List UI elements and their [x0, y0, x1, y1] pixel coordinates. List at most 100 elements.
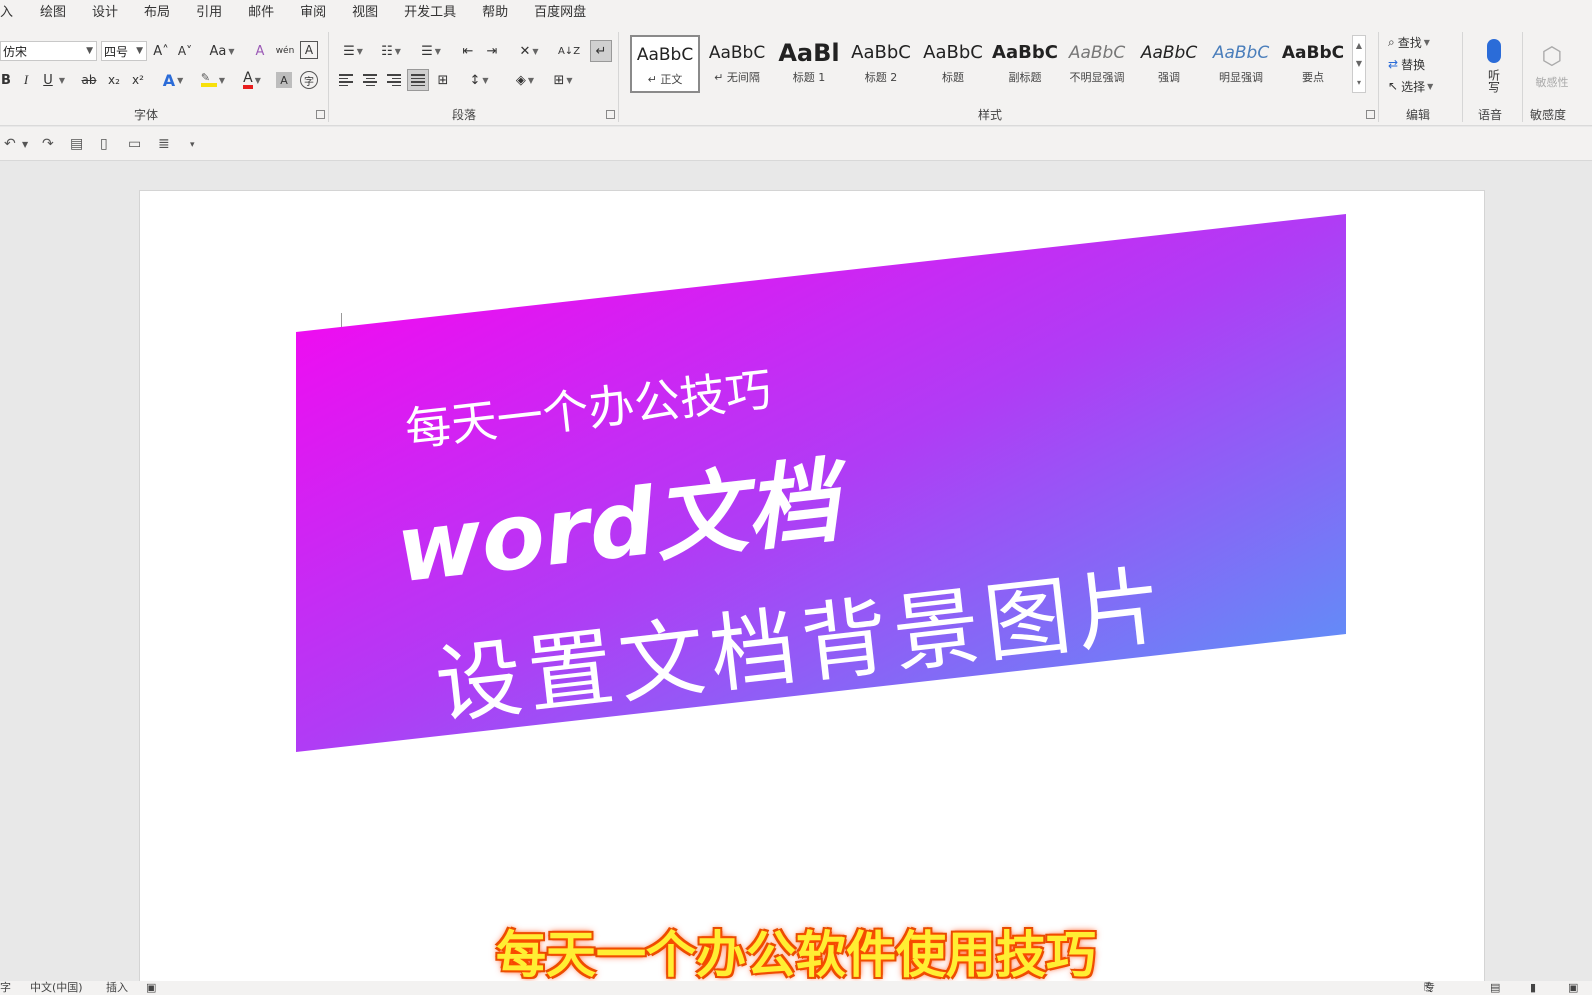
select-button[interactable]: ↖ 选择 ▼ [1388, 76, 1450, 96]
chinese-layout-icon: ✕ [519, 43, 531, 59]
language-indicator[interactable]: 中文(中国) [30, 981, 83, 995]
chevron-down-icon: ▼ [394, 46, 401, 56]
align-left-button[interactable] [338, 72, 354, 88]
line-spacing-button[interactable]: ↕ ▼ [462, 70, 496, 90]
menu-insert[interactable]: 入 [0, 0, 27, 26]
font-color-button[interactable]: A ▼ [236, 70, 268, 90]
chevron-down-icon: ▼ [1423, 37, 1430, 47]
menu-design[interactable]: 设计 [79, 0, 131, 26]
banner-image[interactable]: 每天一个办公技巧 word文档 设置文档背景图片 [296, 214, 1346, 754]
text-effect-button[interactable]: A ▼ [158, 70, 188, 90]
insert-mode[interactable]: 插入 [106, 981, 128, 995]
shrink-font-button[interactable]: A˅ [175, 41, 195, 61]
menu-layout[interactable]: 布局 [131, 0, 183, 26]
print-layout-icon[interactable]: ▮ [1530, 981, 1536, 995]
format-icon[interactable]: ≣ [158, 136, 170, 152]
undo-icon[interactable]: ↶ [4, 136, 16, 152]
customize-toolbar-icon[interactable]: ▾ [190, 140, 195, 150]
two-pages-icon[interactable]: ▭ [128, 136, 141, 152]
style-sample: AaBbC [636, 45, 694, 65]
grow-font-button[interactable]: A˄ [151, 41, 171, 61]
menu-help[interactable]: 帮助 [469, 0, 521, 26]
strikethrough-button[interactable]: ab [78, 70, 100, 90]
styles-scroll[interactable]: ▲ ▼ ▾ [1352, 35, 1366, 93]
superscript-button[interactable]: x² [128, 70, 148, 90]
style-name: 标题 [942, 71, 964, 84]
italic-button[interactable]: I [18, 70, 34, 90]
increase-indent-icon[interactable]: ⇥ [482, 41, 502, 61]
style-subtle-emphasis[interactable]: AaBbC 不明显强调 [1062, 35, 1132, 93]
menu-mailings[interactable]: 邮件 [235, 0, 287, 26]
read-mode-icon[interactable]: ▤ [1490, 981, 1500, 995]
align-right-button[interactable] [386, 72, 402, 88]
phonetic-guide-button[interactable]: wén [274, 40, 296, 62]
font-name-combo[interactable]: 仿宋 ▼ [0, 41, 97, 61]
distributed-align-icon[interactable]: ⊞ [434, 72, 452, 88]
decrease-indent-icon[interactable]: ⇤ [458, 41, 478, 61]
word-count[interactable]: 字 [0, 981, 11, 995]
menu-baidu-netdisk[interactable]: 百度网盘 [521, 0, 599, 26]
style-name: 明显强调 [1219, 71, 1263, 84]
clear-format-icon[interactable]: A [250, 41, 270, 61]
style-emphasis[interactable]: AaBbC 强调 [1134, 35, 1204, 93]
web-layout-icon[interactable]: ▣ [1568, 981, 1578, 995]
style-name: 标题 2 [864, 71, 898, 84]
menu-view[interactable]: 视图 [339, 0, 391, 26]
style-no-spacing[interactable]: AaBbC ↵ 无间隔 [702, 35, 772, 93]
align-center-button[interactable] [362, 72, 378, 88]
divider [328, 32, 329, 122]
show-marks-icon[interactable]: ↵ [590, 40, 612, 62]
shading-button[interactable]: ◈ ▼ [508, 70, 542, 90]
style-name: 不明显强调 [1069, 71, 1125, 84]
numbering-button[interactable]: ☷ ▼ [374, 41, 408, 61]
dictate-button[interactable]: 听写 [1476, 32, 1512, 100]
style-subtitle[interactable]: AaBbC 副标题 [990, 35, 1060, 93]
redo-icon[interactable]: ↷ [42, 136, 54, 152]
search-icon: ⌕ [1388, 34, 1395, 49]
menu-references[interactable]: 引用 [183, 0, 235, 26]
char-border-button[interactable]: A [300, 41, 318, 59]
bold-button[interactable]: B [0, 70, 12, 90]
style-strong[interactable]: AaBbC 要点 [1278, 35, 1348, 93]
subscript-button[interactable]: x₂ [104, 70, 124, 90]
change-case-button[interactable]: Aa ▼ [205, 41, 239, 61]
menu-draw[interactable]: 绘图 [27, 0, 79, 26]
chevron-down-icon[interactable]: ▼ [56, 70, 68, 90]
chevron-up-icon[interactable]: ▲ [1356, 41, 1362, 50]
menu-review[interactable]: 审阅 [287, 0, 339, 26]
style-heading-1[interactable]: AaBl 标题 1 [774, 35, 844, 93]
style-normal[interactable]: AaBbC ↵ 正文 [630, 35, 700, 93]
enclose-char-button[interactable]: 字 [300, 71, 318, 89]
style-intense-emphasis[interactable]: AaBbC 明显强调 [1206, 35, 1276, 93]
highlight-button[interactable]: ✎ ▼ [196, 70, 230, 90]
macro-icon[interactable]: ▣ [146, 981, 156, 995]
multilevel-list-button[interactable]: ☰ ▼ [414, 41, 448, 61]
justify-button[interactable] [407, 69, 429, 91]
chevron-down-icon[interactable]: ▼ [22, 140, 28, 149]
char-shading-button[interactable]: A [276, 72, 292, 88]
page-icon[interactable]: ▯ [100, 136, 108, 152]
borders-button[interactable]: ⊞ ▼ [546, 70, 580, 90]
font-size-combo[interactable]: 四号 ▼ [101, 41, 147, 61]
print-preview-icon[interactable]: ▤ [70, 136, 83, 152]
style-heading-2[interactable]: AaBbC 标题 2 [846, 35, 916, 93]
chevron-down-icon: ▼ [218, 75, 226, 85]
underline-button[interactable]: U [40, 70, 56, 90]
find-button[interactable]: ⌕ 查找 ▼ [1388, 32, 1450, 52]
chinese-layout-button[interactable]: ✕ ▼ [512, 41, 546, 61]
sort-button[interactable]: A↓Z [558, 41, 580, 61]
styles-dialog-launcher-icon[interactable] [1366, 110, 1375, 119]
style-title[interactable]: AaBbC 标题 [918, 35, 988, 93]
style-name: 标题 1 [792, 71, 826, 84]
menu-developer[interactable]: 开发工具 [391, 0, 469, 26]
bullet-list-icon: ☰ [343, 43, 355, 59]
font-dialog-launcher-icon[interactable] [316, 110, 325, 119]
chevron-down-icon[interactable]: ▼ [1356, 59, 1362, 68]
bullets-button[interactable]: ☰ ▼ [336, 41, 370, 61]
more-styles-icon[interactable]: ▾ [1357, 78, 1361, 87]
sensitivity-button[interactable]: ⬡ 敏感性 [1532, 32, 1572, 100]
quick-access-toolbar: ↶ ▼ ↷ ▤ ▯ ▭ ≣ ▾ [0, 127, 1592, 161]
replace-button[interactable]: ⇄ 替换 [1388, 54, 1450, 74]
text-effect-label: A [162, 70, 176, 90]
paragraph-dialog-launcher-icon[interactable] [606, 110, 615, 119]
